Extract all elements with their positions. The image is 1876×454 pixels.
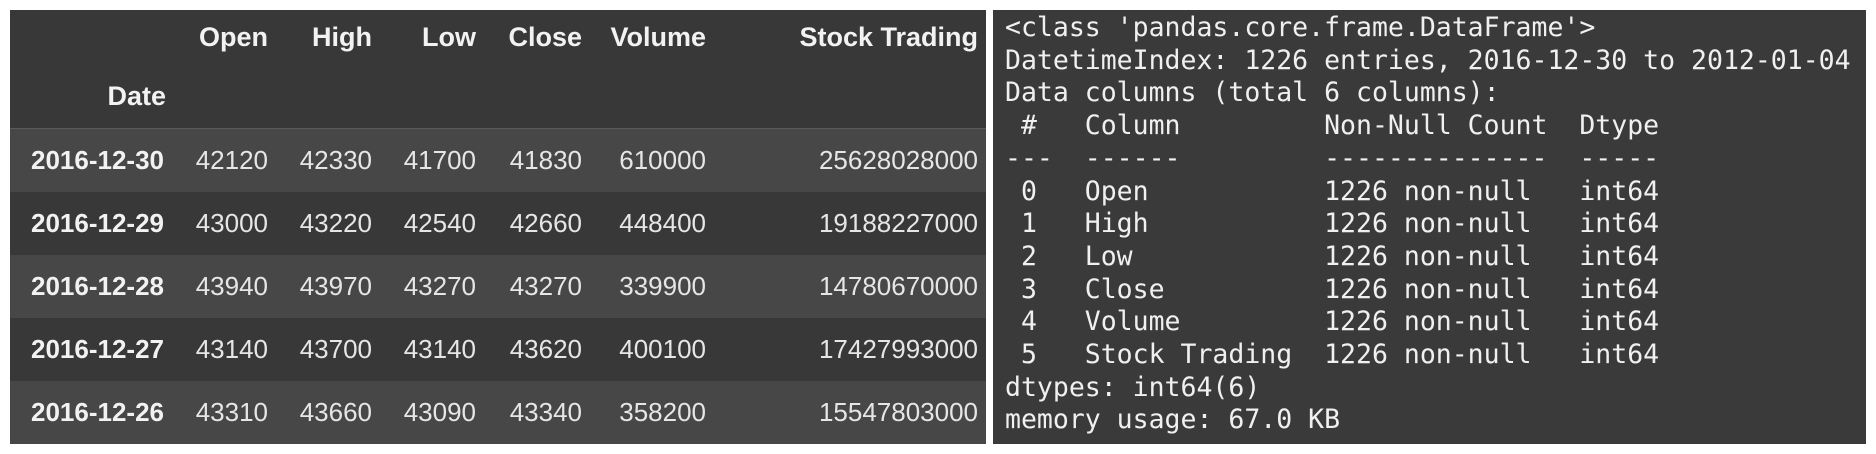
cell-close: 41830	[509, 144, 582, 175]
row-index-date: 2016-12-27	[31, 333, 164, 364]
cell-open: 43940	[195, 270, 268, 301]
cell-open: 43140	[195, 333, 268, 364]
cell-close: 42660	[509, 207, 582, 238]
column-header-volume: Volume	[610, 21, 706, 52]
cell-volume: 339900	[619, 270, 706, 301]
column-header-high: High	[312, 21, 372, 52]
cell-high: 43660	[299, 396, 372, 427]
cell-low: 43270	[403, 270, 476, 301]
info-line-class: <class 'pandas.core.frame.DataFrame'>	[1005, 12, 1596, 43]
cell-volume: 610000	[619, 144, 706, 175]
cell-high: 43220	[299, 207, 372, 238]
cell-stock-trading: 25628028000	[818, 144, 978, 175]
column-header-stock-trading: Stock Trading	[799, 21, 978, 52]
table-row: 2016-12-30 42120 42330 41700 41830 61000…	[10, 128, 986, 192]
cell-close: 43340	[509, 396, 582, 427]
cell-high: 43700	[299, 333, 372, 364]
info-output-panel: <class 'pandas.core.frame.DataFrame'> Dat…	[993, 10, 1866, 444]
info-line-col-low: 2 Low 1226 non-null int64	[1005, 240, 1660, 272]
cell-volume: 448400	[619, 207, 706, 238]
row-index-date: 2016-12-29	[31, 207, 164, 238]
column-header-open: Open	[198, 21, 268, 52]
table-row: 2016-12-28 43940 43970 43270 43270 33990…	[10, 254, 986, 318]
cell-volume: 358200	[619, 396, 706, 427]
info-line-index: DatetimeIndex: 1226 entries, 2016-12-30 …	[1005, 44, 1851, 76]
cell-low: 42540	[403, 207, 476, 238]
cell-stock-trading: 17427993000	[818, 333, 978, 364]
info-line-dtypes: dtypes: int64(6)	[1005, 371, 1261, 403]
dataframe-table: Open High Low Close Volume Stock Trading…	[10, 10, 986, 444]
cell-stock-trading: 19188227000	[818, 207, 978, 238]
table-row: 2016-12-26 43310 43660 43090 43340 35820…	[10, 380, 986, 444]
cell-low: 43090	[403, 396, 476, 427]
cell-low: 41700	[403, 144, 476, 175]
row-index-date: 2016-12-28	[31, 270, 164, 301]
info-output-text: <class 'pandas.core.frame.DataFrame'> Dat…	[993, 10, 1866, 437]
info-line-col-open: 0 Open 1226 non-null int64	[1005, 175, 1660, 207]
info-line-col-close: 3 Close 1226 non-null int64	[1005, 273, 1660, 305]
cell-low: 43140	[403, 333, 476, 364]
cell-volume: 400100	[619, 333, 706, 364]
info-line-columns-total: Data columns (total 6 columns):	[1005, 77, 1500, 109]
cell-open: 42120	[195, 144, 268, 175]
header-blank	[10, 10, 174, 64]
column-header-close: Close	[508, 21, 582, 52]
cell-open: 43310	[195, 396, 268, 427]
table-row: 2016-12-27 43140 43700 43140 43620 40010…	[10, 317, 986, 381]
table-row: 2016-12-29 43000 43220 42540 42660 44840…	[10, 191, 986, 255]
info-line-col-stock-trading: 5 Stock Trading 1226 non-null int64	[1005, 339, 1660, 371]
cell-high: 43970	[299, 270, 372, 301]
cell-stock-trading: 14780670000	[818, 270, 978, 301]
cell-open: 43000	[195, 207, 268, 238]
index-header-row: Date	[10, 64, 986, 129]
index-name-date: Date	[107, 80, 166, 111]
dataframe-output-panel: Open High Low Close Volume Stock Trading…	[10, 10, 986, 444]
cell-stock-trading: 15547803000	[818, 396, 978, 427]
row-index-date: 2016-12-26	[31, 396, 164, 427]
row-index-date: 2016-12-30	[31, 144, 164, 175]
cell-close: 43270	[509, 270, 582, 301]
cell-close: 43620	[509, 333, 582, 364]
column-header-low: Low	[422, 21, 476, 52]
info-line-col-volume: 4 Volume 1226 non-null int64	[1005, 306, 1660, 338]
info-line-memory: memory usage: 67.0 KB	[1005, 404, 1341, 436]
info-line-col-high: 1 High 1226 non-null int64	[1005, 208, 1660, 240]
info-line-header: # Column Non-Null Count Dtype	[1005, 110, 1660, 142]
column-header-row: Open High Low Close Volume Stock Trading	[10, 10, 986, 64]
cell-high: 42330	[299, 144, 372, 175]
info-line-separator: --- ------ -------------- -----	[1005, 142, 1660, 174]
